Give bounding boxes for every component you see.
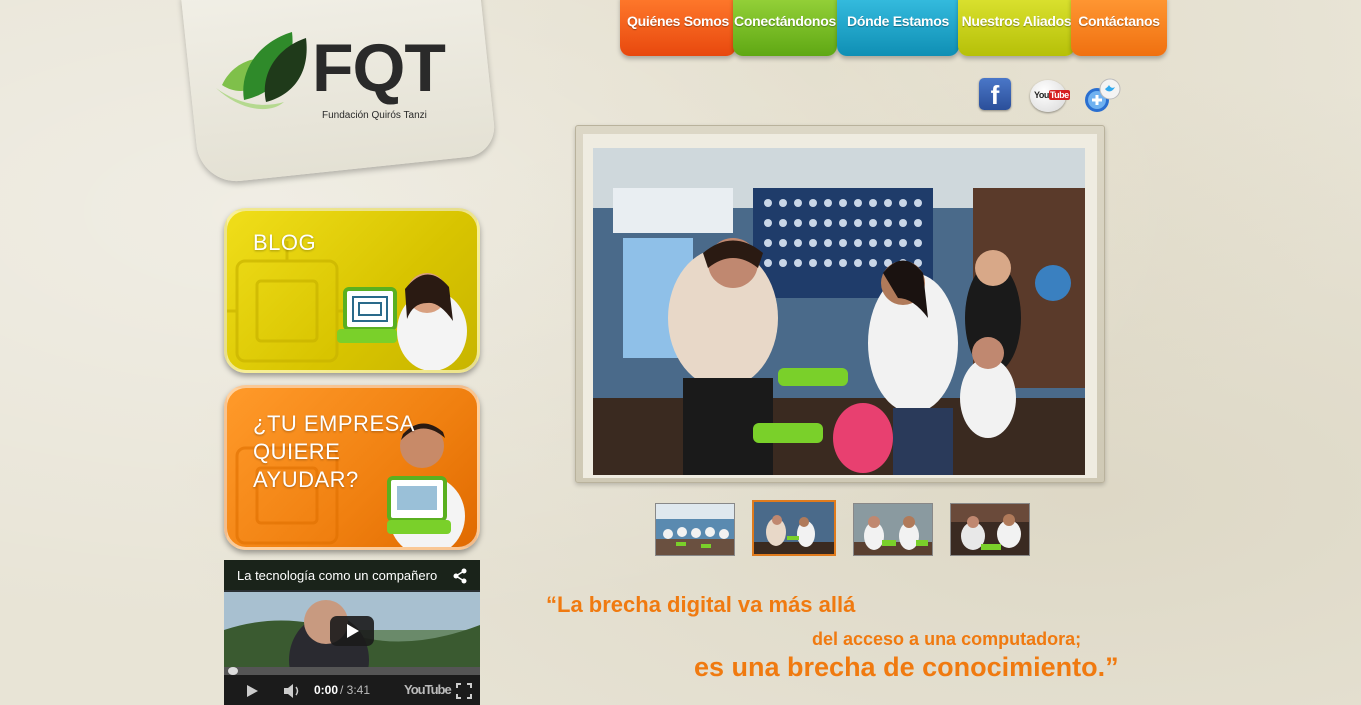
- video-title[interactable]: La tecnología como un compañero: [224, 560, 480, 592]
- slideshow-thumbnail[interactable]: [853, 503, 933, 556]
- video-progress-bar[interactable]: [224, 667, 480, 675]
- empresa-banner-line3: AYUDAR?: [253, 467, 359, 492]
- share-icon[interactable]: [452, 568, 468, 584]
- play-icon[interactable]: [244, 683, 260, 699]
- video-time-total: / 3:41: [340, 683, 371, 697]
- play-button-icon[interactable]: [330, 616, 374, 646]
- empresa-banner[interactable]: ¿TU EMPRESA QUIERE AYUDAR?: [224, 385, 480, 550]
- leaves-icon: [216, 32, 307, 110]
- quote-line-1: “La brecha digital va más allá: [546, 592, 856, 617]
- slideshow-thumbnail-active[interactable]: [752, 500, 836, 556]
- blog-banner-title: BLOG: [253, 230, 317, 255]
- logo-name: Fundación Quirós Tanzi: [322, 110, 427, 121]
- youtube-logo[interactable]: YouTube: [404, 682, 452, 697]
- youtube-icon[interactable]: YouTube: [1030, 80, 1070, 112]
- video-player[interactable]: La tecnología como un compañero 0:00 / 3…: [224, 560, 480, 705]
- classroom-image: [593, 148, 1085, 475]
- site-logo[interactable]: FQT Fundación Quirós Tanzi: [214, 30, 454, 130]
- nav-quienes-somos[interactable]: Quiénes Somos: [620, 0, 736, 56]
- video-controls: 0:00 / 3:41 YouTube: [224, 675, 480, 705]
- quote-line-3: es una brecha de conocimiento.”: [694, 652, 1119, 682]
- video-time-current: 0:00: [314, 683, 339, 697]
- thumbnail-image: [854, 504, 932, 555]
- nav-nuestros-aliados[interactable]: Nuestros Aliados: [958, 0, 1075, 56]
- quote-line-2: del acceso a una computadora;: [812, 629, 1082, 649]
- slideshow-thumbnail[interactable]: [655, 503, 735, 556]
- logo-mark: FQT: [312, 30, 446, 106]
- slideshow-thumbnail[interactable]: [950, 503, 1030, 556]
- progress-handle[interactable]: [228, 667, 238, 675]
- volume-icon[interactable]: [282, 683, 302, 699]
- facebook-icon[interactable]: f: [979, 78, 1011, 110]
- thumbnail-image: [951, 504, 1029, 555]
- empresa-banner-line2: QUIERE: [253, 439, 341, 464]
- nav-contactanos[interactable]: Contáctanos: [1071, 0, 1167, 56]
- nav-conectandonos[interactable]: Conectándonos: [733, 0, 837, 56]
- slideshow-photo[interactable]: [593, 148, 1085, 475]
- empresa-banner-line1: ¿TU EMPRESA: [253, 411, 415, 436]
- thumbnail-image: [656, 504, 734, 555]
- thumbnail-image: [754, 502, 834, 554]
- twitter-icon[interactable]: [1083, 78, 1121, 114]
- nav-donde-estamos[interactable]: Dónde Estamos: [837, 0, 959, 56]
- blog-banner[interactable]: BLOG: [224, 208, 480, 373]
- youtube-icon-text: YouTube: [1034, 90, 1070, 100]
- fullscreen-icon[interactable]: [456, 683, 472, 699]
